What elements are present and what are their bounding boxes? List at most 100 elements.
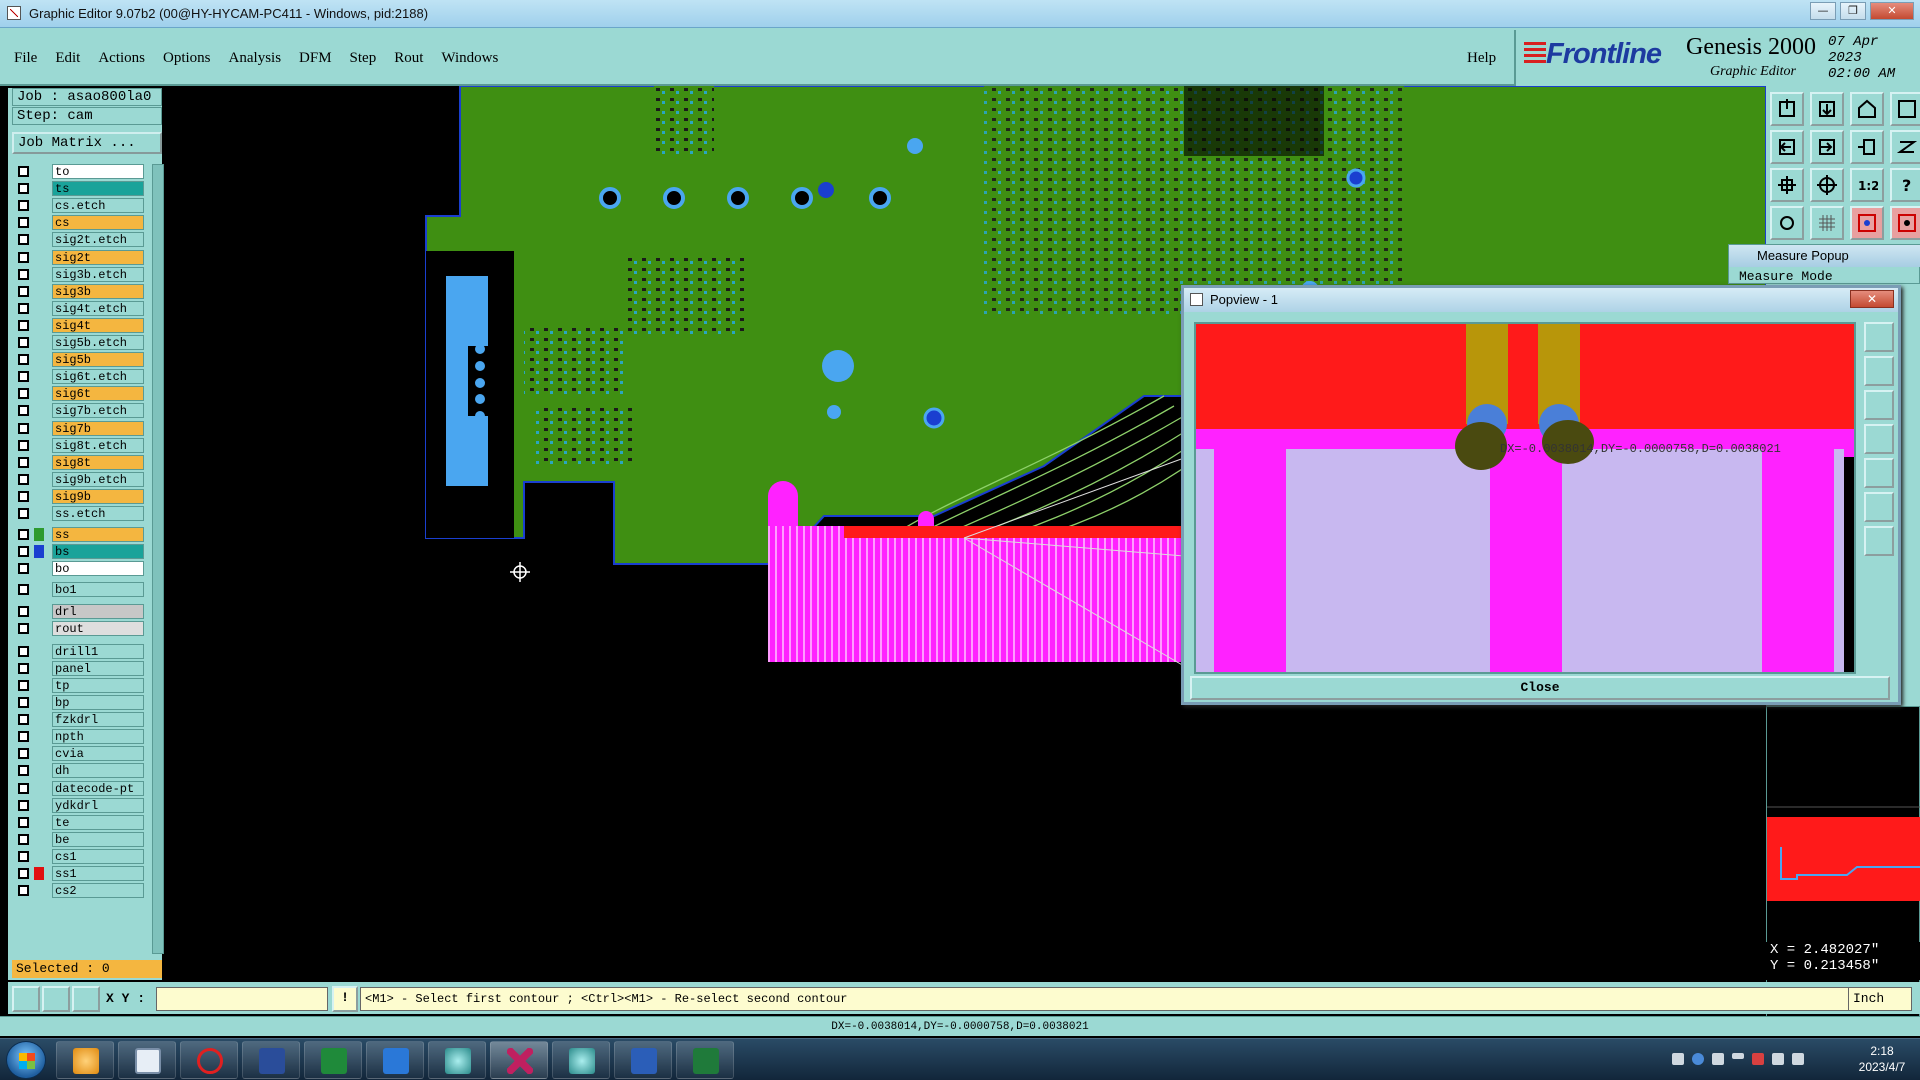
layer-name[interactable]: panel (52, 660, 144, 676)
layer-name[interactable]: sig2t.etch (52, 232, 144, 248)
layer-checkbox[interactable] (18, 473, 29, 485)
layer-row[interactable]: sig7b (12, 420, 148, 436)
menu-analysis[interactable]: Analysis (229, 50, 282, 67)
layer-row[interactable]: rout (12, 620, 148, 636)
layer-row[interactable]: sig4t (12, 317, 148, 333)
layer-row[interactable]: sig8t.etch (12, 437, 148, 453)
taskbar-app-1[interactable] (56, 1041, 114, 1079)
layer-row[interactable]: sig2t (12, 249, 148, 265)
layer-name[interactable]: sig2t (52, 249, 144, 265)
layer-checkbox[interactable] (18, 645, 29, 657)
maximize-button[interactable]: ❐ (1840, 2, 1866, 20)
zoom-fit-button[interactable] (1850, 130, 1884, 164)
layer-row[interactable]: sig9b.etch (12, 471, 148, 487)
popview-zoom-button-4[interactable] (1864, 424, 1894, 454)
layer-checkbox[interactable] (18, 697, 29, 708)
layer-red-button-2[interactable] (1890, 206, 1920, 240)
popview-zoom-button-5[interactable] (1864, 458, 1894, 488)
layer-row[interactable]: drl (12, 603, 148, 619)
taskbar-app-11[interactable] (676, 1041, 734, 1079)
layer-row[interactable]: datecode-pt (12, 780, 148, 796)
zoom-window-button[interactable] (1890, 92, 1920, 126)
layer-name[interactable]: cs1 (52, 848, 144, 864)
layer-checkbox[interactable] (18, 422, 29, 434)
menu-edit[interactable]: Edit (55, 50, 80, 67)
layer-checkbox[interactable] (18, 782, 29, 794)
menu-windows[interactable]: Windows (441, 50, 498, 67)
layer-name[interactable]: cs (52, 215, 144, 231)
layer-checkbox[interactable] (18, 166, 29, 177)
menu-file[interactable]: File (14, 50, 37, 67)
layer-checkbox[interactable] (18, 868, 29, 879)
layer-red-button[interactable] (1850, 206, 1884, 240)
layer-name[interactable]: drill1 (52, 643, 144, 659)
layer-row[interactable]: sig3b (12, 283, 148, 299)
zoom-down-button[interactable] (1810, 92, 1844, 126)
layer-name[interactable]: bp (52, 695, 144, 710)
taskbar-app-9[interactable] (552, 1041, 610, 1079)
layer-name[interactable]: cvia (52, 746, 144, 762)
layer-row[interactable]: sig5b (12, 352, 148, 368)
popview-zoom-button-1[interactable] (1864, 322, 1894, 352)
layer-checkbox[interactable] (18, 714, 29, 726)
layer-row[interactable]: sig9b (12, 488, 148, 504)
pan-right-button[interactable] (1810, 130, 1844, 164)
popview-zoom-button-2[interactable] (1864, 356, 1894, 386)
layer-row[interactable]: bo1 (12, 582, 148, 598)
layer-row[interactable]: cs (12, 215, 148, 231)
layer-checkbox[interactable] (18, 354, 29, 366)
layer-checkbox[interactable] (18, 234, 29, 246)
layer-row[interactable]: sig6t (12, 386, 148, 402)
layer-row[interactable]: sig4t.etch (12, 300, 148, 316)
layer-row[interactable]: dh (12, 763, 148, 779)
menu-options[interactable]: Options (163, 50, 211, 67)
layer-row[interactable]: sig8t (12, 454, 148, 470)
layer-checkbox[interactable] (18, 529, 29, 541)
layer-row[interactable]: to (12, 164, 148, 179)
layer-row[interactable]: ss.etch (12, 506, 148, 521)
snap-button[interactable] (1770, 206, 1804, 240)
layer-row[interactable]: ss (12, 527, 148, 543)
popview-close-button[interactable]: Close (1190, 676, 1890, 700)
layer-name[interactable]: sig8t.etch (52, 437, 144, 453)
job-matrix-button[interactable]: Job Matrix ... (12, 132, 162, 154)
layer-checkbox[interactable] (18, 622, 29, 634)
layer-name[interactable]: to (52, 164, 144, 179)
layer-row[interactable]: be (12, 831, 148, 847)
layer-row[interactable]: ydkdrl (12, 797, 148, 813)
measure-popup-title[interactable]: Measure Popup (1729, 245, 1920, 267)
xy-apply-button[interactable]: ! (332, 986, 358, 1012)
layer-name[interactable]: dh (52, 763, 144, 779)
taskbar-app-4[interactable] (242, 1041, 300, 1079)
layer-name[interactable]: bo1 (52, 582, 144, 598)
layer-checkbox[interactable] (18, 405, 29, 417)
query-button[interactable]: ? (1890, 168, 1920, 202)
layer-name[interactable]: datecode-pt (52, 780, 144, 796)
zoom-1to1-button[interactable]: 1:2 (1850, 168, 1884, 202)
layer-name[interactable]: ts (52, 181, 144, 197)
unit-selector[interactable]: Inch (1848, 987, 1912, 1011)
popview-canvas[interactable]: DX=-0.0038014,DY=-0.0000758,D=0.0038021 (1194, 322, 1856, 674)
layer-name[interactable]: sig7b.etch (52, 403, 144, 419)
layer-row[interactable]: cvia (12, 746, 148, 762)
layer-checkbox[interactable] (18, 563, 29, 575)
taskbar-app-6[interactable] (366, 1041, 424, 1079)
layer-checkbox[interactable] (18, 584, 29, 596)
layer-row[interactable]: npth (12, 729, 148, 745)
layer-checkbox[interactable] (18, 251, 29, 263)
layer-name[interactable]: te (52, 814, 144, 830)
layer-row[interactable]: panel (12, 660, 148, 676)
layer-name[interactable]: sig4t.etch (52, 300, 144, 316)
layer-name[interactable]: cs2 (52, 883, 144, 899)
layer-checkbox[interactable] (18, 371, 29, 383)
layer-row[interactable]: tp (12, 677, 148, 693)
layer-checkbox[interactable] (18, 546, 29, 558)
layer-name[interactable]: ss.etch (52, 506, 144, 521)
popview-close-icon[interactable]: ✕ (1850, 290, 1894, 308)
layer-row[interactable]: drill1 (12, 643, 148, 659)
close-button[interactable]: ✕ (1870, 2, 1914, 20)
layer-row[interactable]: ts (12, 181, 148, 197)
tray-network-icon[interactable] (1792, 1053, 1804, 1065)
layer-checkbox[interactable] (18, 605, 29, 617)
redraw-button[interactable] (1890, 130, 1920, 164)
